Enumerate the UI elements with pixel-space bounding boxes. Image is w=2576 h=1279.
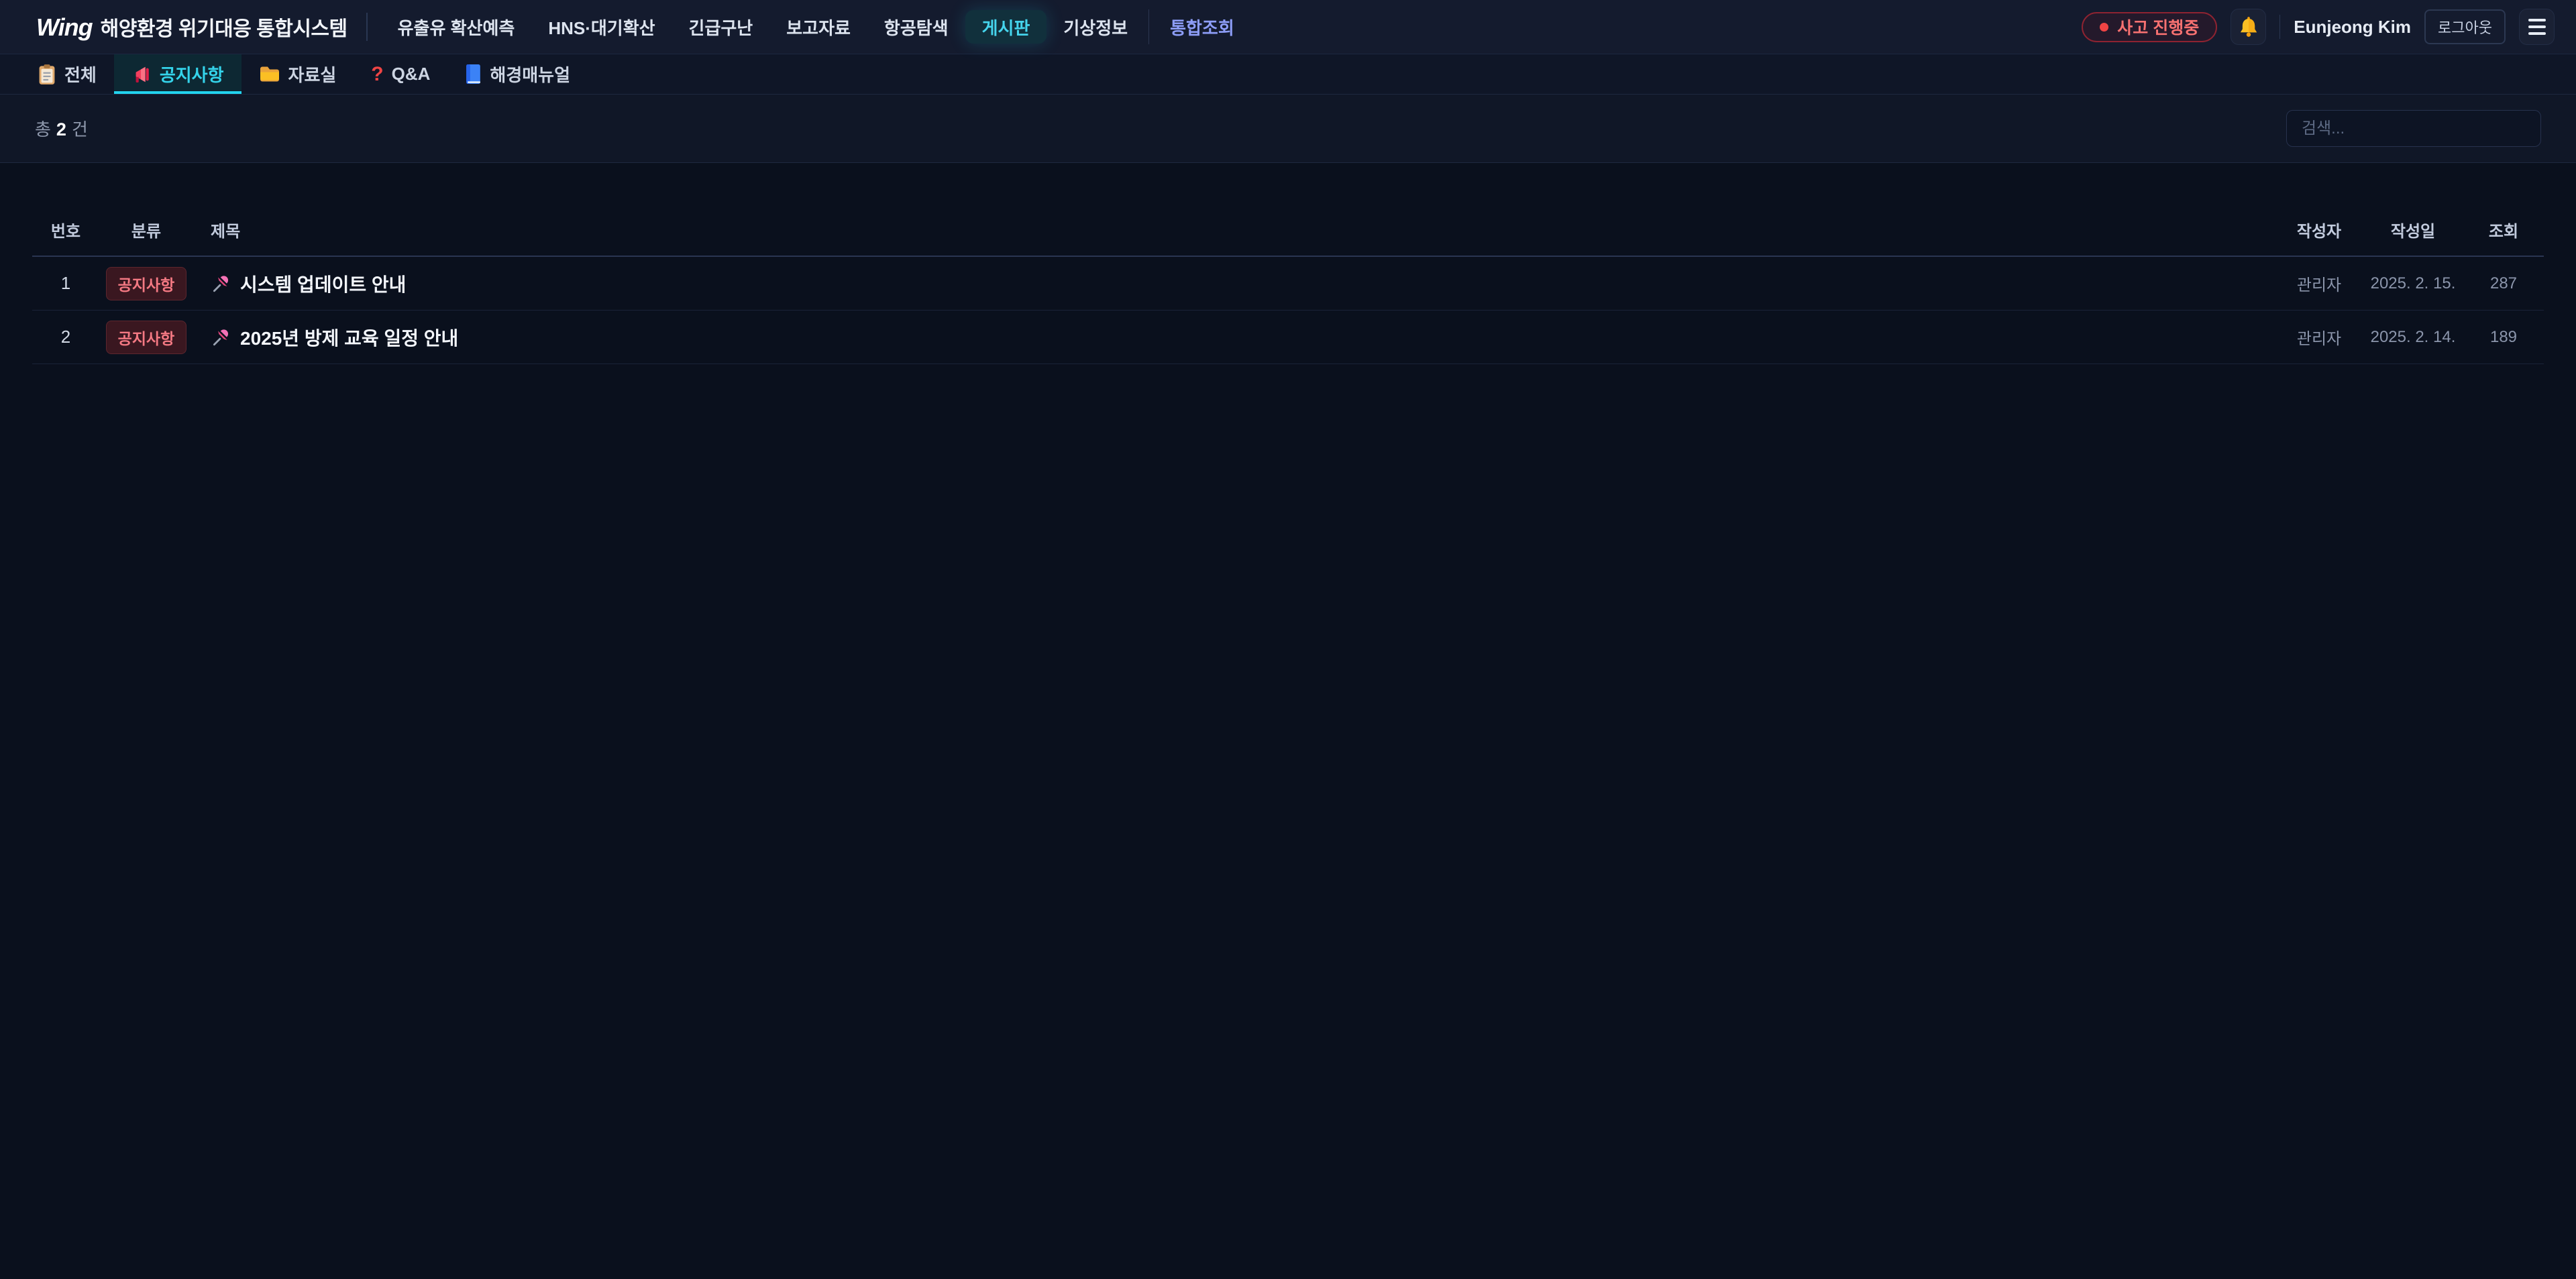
pushpin-icon xyxy=(211,327,231,347)
menu-button[interactable] xyxy=(2519,9,2555,45)
header-title: 제목 xyxy=(193,218,2275,241)
total-count-value: 2 xyxy=(56,119,66,140)
tab-label: 자료실 xyxy=(288,62,337,87)
nav-item-hns-air-diffusion[interactable]: HNS·대기확산 xyxy=(531,10,672,44)
tab-archive[interactable]: 자료실 xyxy=(241,54,354,94)
tab-manual[interactable]: 해경매뉴얼 xyxy=(447,54,588,94)
tab-qna[interactable]: ? Q&A xyxy=(354,54,447,94)
post-views: 189 xyxy=(2463,328,2544,347)
bell-icon xyxy=(2238,16,2259,38)
category-badge: 공지사항 xyxy=(106,321,187,354)
tab-label: 전체 xyxy=(64,62,97,87)
incident-badge-label: 사고 진행중 xyxy=(2117,15,2199,39)
notification-bell-button[interactable] xyxy=(2231,9,2266,45)
tab-notices[interactable]: 공지사항 xyxy=(114,54,241,94)
user-name: Eunjeong Kim xyxy=(2294,17,2411,38)
header-views: 조회 xyxy=(2463,218,2544,241)
nav-item-board[interactable]: 게시판 xyxy=(965,10,1047,44)
header-category: 분류 xyxy=(99,218,193,241)
top-navigation-bar: Wing 해양환경 위기대응 통합시스템 유출유 확산예측 HNS·대기확산 긴… xyxy=(0,0,2576,54)
table-row[interactable]: 2 공지사항 2025년 방제 교육 일정 안내 관리자 2025. 2. 14… xyxy=(32,311,2544,364)
nav-separator xyxy=(1148,9,1149,44)
logo-wing: Wing xyxy=(36,13,93,42)
nav-item-aerial-search[interactable]: 항공탐색 xyxy=(867,10,965,44)
book-icon xyxy=(465,64,482,85)
total-prefix: 총 xyxy=(35,116,51,141)
tab-label: 해경매뉴얼 xyxy=(490,62,570,87)
board-toolbar: 총2건 xyxy=(0,95,2576,163)
megaphone-icon xyxy=(131,64,152,85)
header-no: 번호 xyxy=(32,218,99,241)
post-author: 관리자 xyxy=(2275,272,2363,295)
post-table: 번호 분류 제목 작성자 작성일 조회 1 공지사항 시스템 업데이트 안내 관… xyxy=(32,203,2544,364)
topbar-right-controls: 사고 진행중 Eunjeong Kim 로그아웃 xyxy=(2082,9,2555,45)
total-suffix: 건 xyxy=(72,116,88,141)
table-header-row: 번호 분류 제목 작성자 작성일 조회 xyxy=(32,203,2544,257)
post-number: 1 xyxy=(32,273,99,294)
header-author: 작성자 xyxy=(2275,218,2363,241)
main-nav: 유출유 확산예측 HNS·대기확산 긴급구난 보고자료 항공탐색 게시판 기상정… xyxy=(381,9,1251,44)
board-tab-bar: 전체 공지사항 자료실 ? Q&A xyxy=(0,54,2576,95)
logout-button[interactable]: 로그아웃 xyxy=(2424,9,2506,44)
header-date: 작성일 xyxy=(2363,218,2463,241)
brand: Wing 해양환경 위기대응 통합시스템 xyxy=(36,12,347,42)
nav-item-reports[interactable]: 보고자료 xyxy=(769,10,867,44)
tab-all[interactable]: 전체 xyxy=(20,54,114,94)
app-title: 해양환경 위기대응 통합시스템 xyxy=(101,12,347,42)
post-date: 2025. 2. 15. xyxy=(2363,274,2463,293)
folder-icon xyxy=(259,65,280,83)
pushpin-icon xyxy=(211,274,231,294)
category-badge: 공지사항 xyxy=(106,267,187,300)
nav-item-weather-info[interactable]: 기상정보 xyxy=(1046,10,1144,44)
post-author: 관리자 xyxy=(2275,325,2363,349)
red-dot-icon xyxy=(2100,23,2108,32)
table-row[interactable]: 1 공지사항 시스템 업데이트 안내 관리자 2025. 2. 15. 287 xyxy=(32,257,2544,311)
post-title[interactable]: 시스템 업데이트 안내 xyxy=(240,270,406,297)
clipboard-icon xyxy=(38,64,56,85)
user-divider xyxy=(2279,15,2280,39)
hamburger-icon xyxy=(2528,19,2546,21)
total-count: 총2건 xyxy=(35,116,88,141)
nav-item-oil-spill-prediction[interactable]: 유출유 확산예측 xyxy=(381,10,532,44)
post-views: 287 xyxy=(2463,274,2544,293)
brand-divider xyxy=(366,13,368,41)
incident-in-progress-badge[interactable]: 사고 진행중 xyxy=(2082,12,2217,42)
post-date: 2025. 2. 14. xyxy=(2363,328,2463,347)
tab-label: 공지사항 xyxy=(160,62,224,87)
post-number: 2 xyxy=(32,327,99,347)
question-icon: ? xyxy=(371,63,383,86)
nav-item-integrated-search[interactable]: 통합조회 xyxy=(1153,10,1251,44)
tab-label: Q&A xyxy=(392,64,431,85)
search-input[interactable] xyxy=(2286,110,2541,147)
nav-item-emergency-rescue[interactable]: 긴급구난 xyxy=(672,10,770,44)
post-title[interactable]: 2025년 방제 교육 일정 안내 xyxy=(240,324,458,351)
